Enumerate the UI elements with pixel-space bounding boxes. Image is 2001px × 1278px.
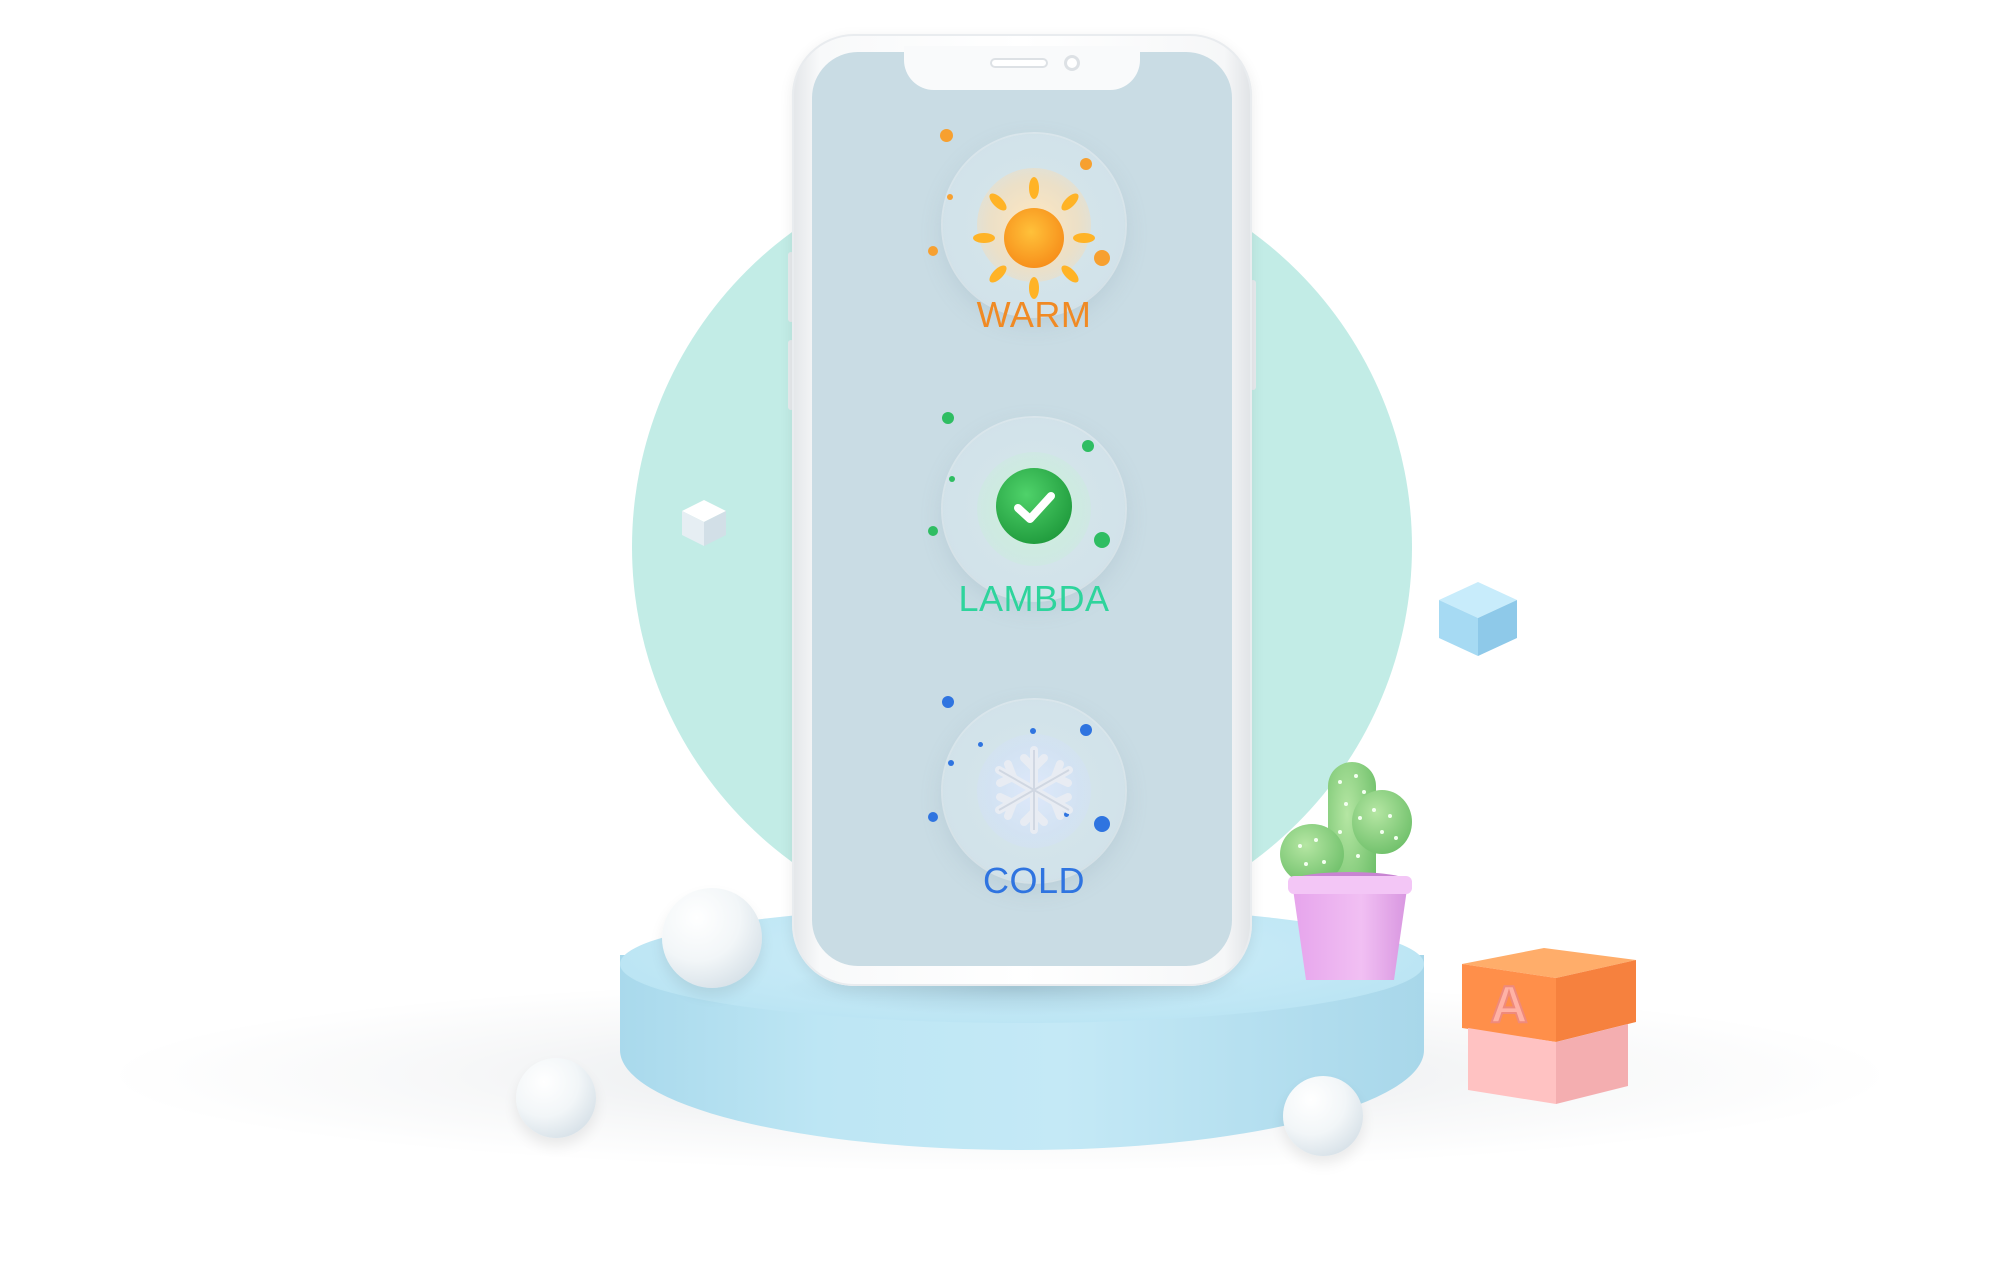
small-cube-left (682, 500, 726, 546)
front-camera (1064, 55, 1080, 71)
speaker-grille (990, 58, 1048, 68)
white-ball (1283, 1076, 1363, 1156)
sparkle-dot (942, 696, 954, 708)
sparkle-dot (928, 812, 938, 822)
status-label-lambda: LAMBDA (958, 578, 1110, 619)
status-label-warm: WARM (976, 294, 1092, 335)
sparkle-dot (928, 526, 938, 536)
sparkle-dot (1082, 440, 1094, 452)
sparkle-dot (1030, 728, 1036, 734)
small-cube-right (1439, 582, 1517, 656)
check-icon (996, 468, 1072, 544)
sparkle-dot (928, 246, 938, 256)
sparkle-dot (947, 194, 953, 200)
sparkle-dot (940, 129, 953, 142)
white-ball (662, 888, 762, 988)
sun-icon (973, 177, 1095, 299)
snowflake-icon (995, 746, 1073, 834)
sparkle-dot (978, 742, 983, 747)
letter-block: A (1462, 948, 1636, 1104)
sparkle-dot (949, 476, 955, 482)
sparkle-dot (948, 760, 954, 766)
status-label-cold: COLD (982, 860, 1086, 901)
cactus-plant (1280, 762, 1412, 980)
sparkle-dot (1094, 816, 1110, 832)
phone-notch (904, 46, 1140, 90)
white-ball (516, 1058, 596, 1138)
block-letter: A (1490, 976, 1528, 1034)
sparkle-dot (942, 412, 954, 424)
sparkle-dot (1080, 724, 1092, 736)
sparkle-dot (1094, 532, 1110, 548)
